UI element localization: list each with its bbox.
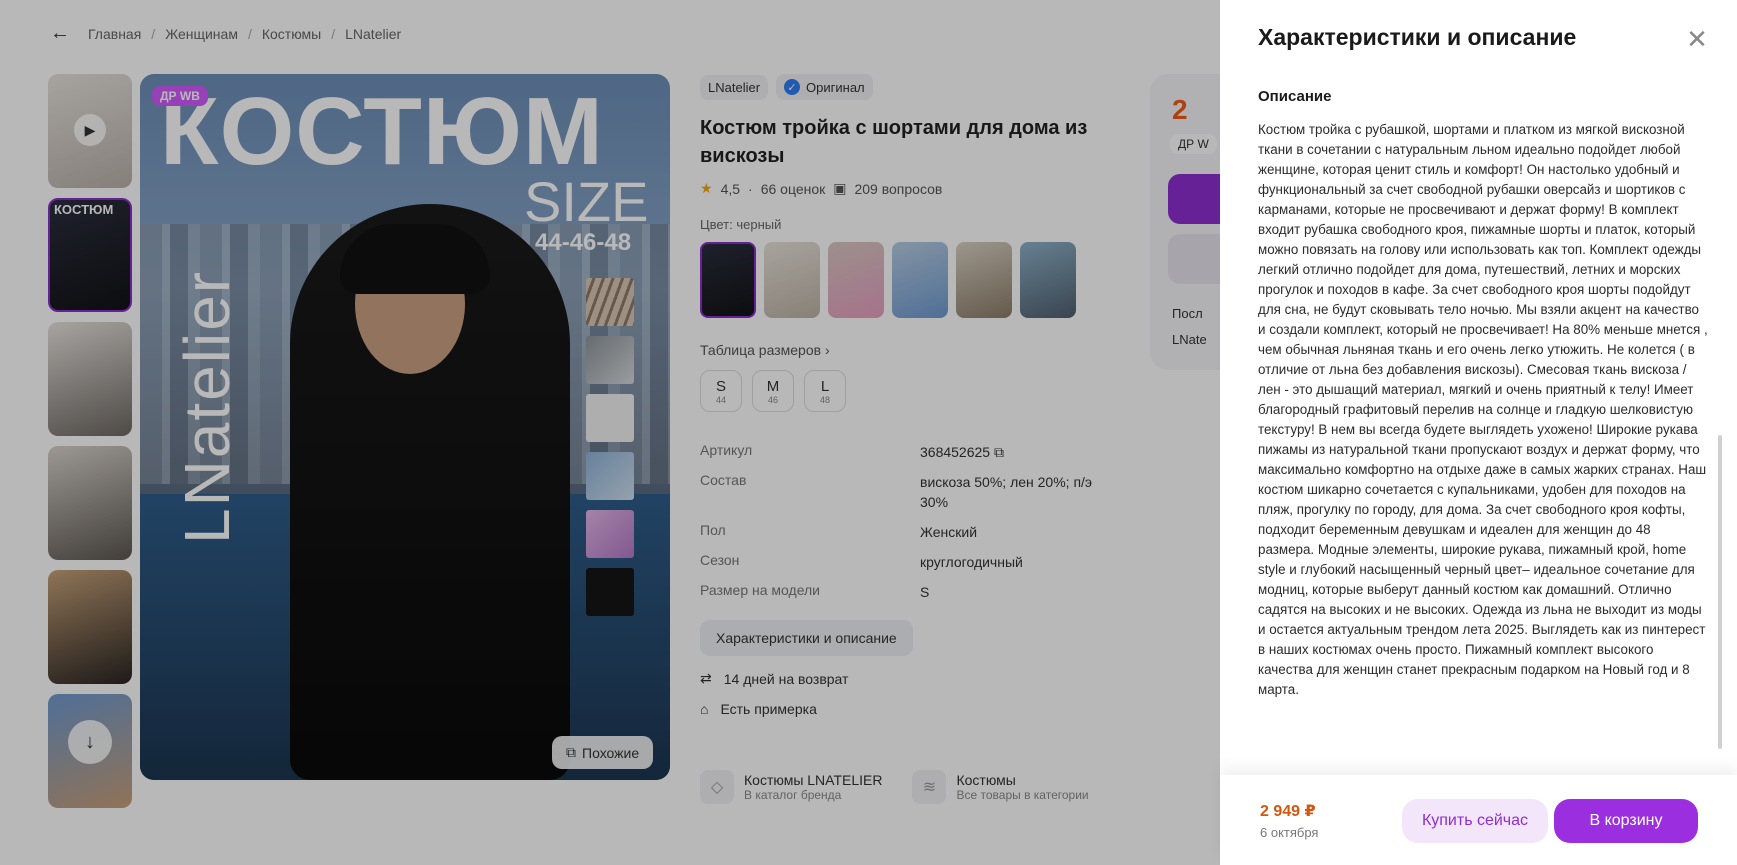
buy-now-button[interactable]: Купить сейчас (1402, 799, 1548, 843)
modal-overlay[interactable] (0, 0, 1220, 865)
footer-delivery-date: 6 октября (1260, 825, 1319, 840)
panel-title: Характеристики и описание (1258, 24, 1577, 50)
description-text: Костюм тройка с рубашкой, шортами и плат… (1258, 122, 1708, 697)
panel-scrollbar[interactable] (1718, 435, 1722, 749)
close-icon[interactable]: ✕ (1682, 24, 1712, 54)
footer-price: 2 949 ₽ (1260, 803, 1316, 820)
description-heading: Описание (1258, 88, 1332, 105)
panel-footer: 2 949 ₽ 6 октября Купить сейчас В корзин… (1220, 775, 1737, 865)
add-to-cart-button[interactable]: В корзину (1554, 799, 1698, 843)
characteristics-panel: Характеристики и описание ✕ Описание Кос… (1220, 0, 1737, 865)
